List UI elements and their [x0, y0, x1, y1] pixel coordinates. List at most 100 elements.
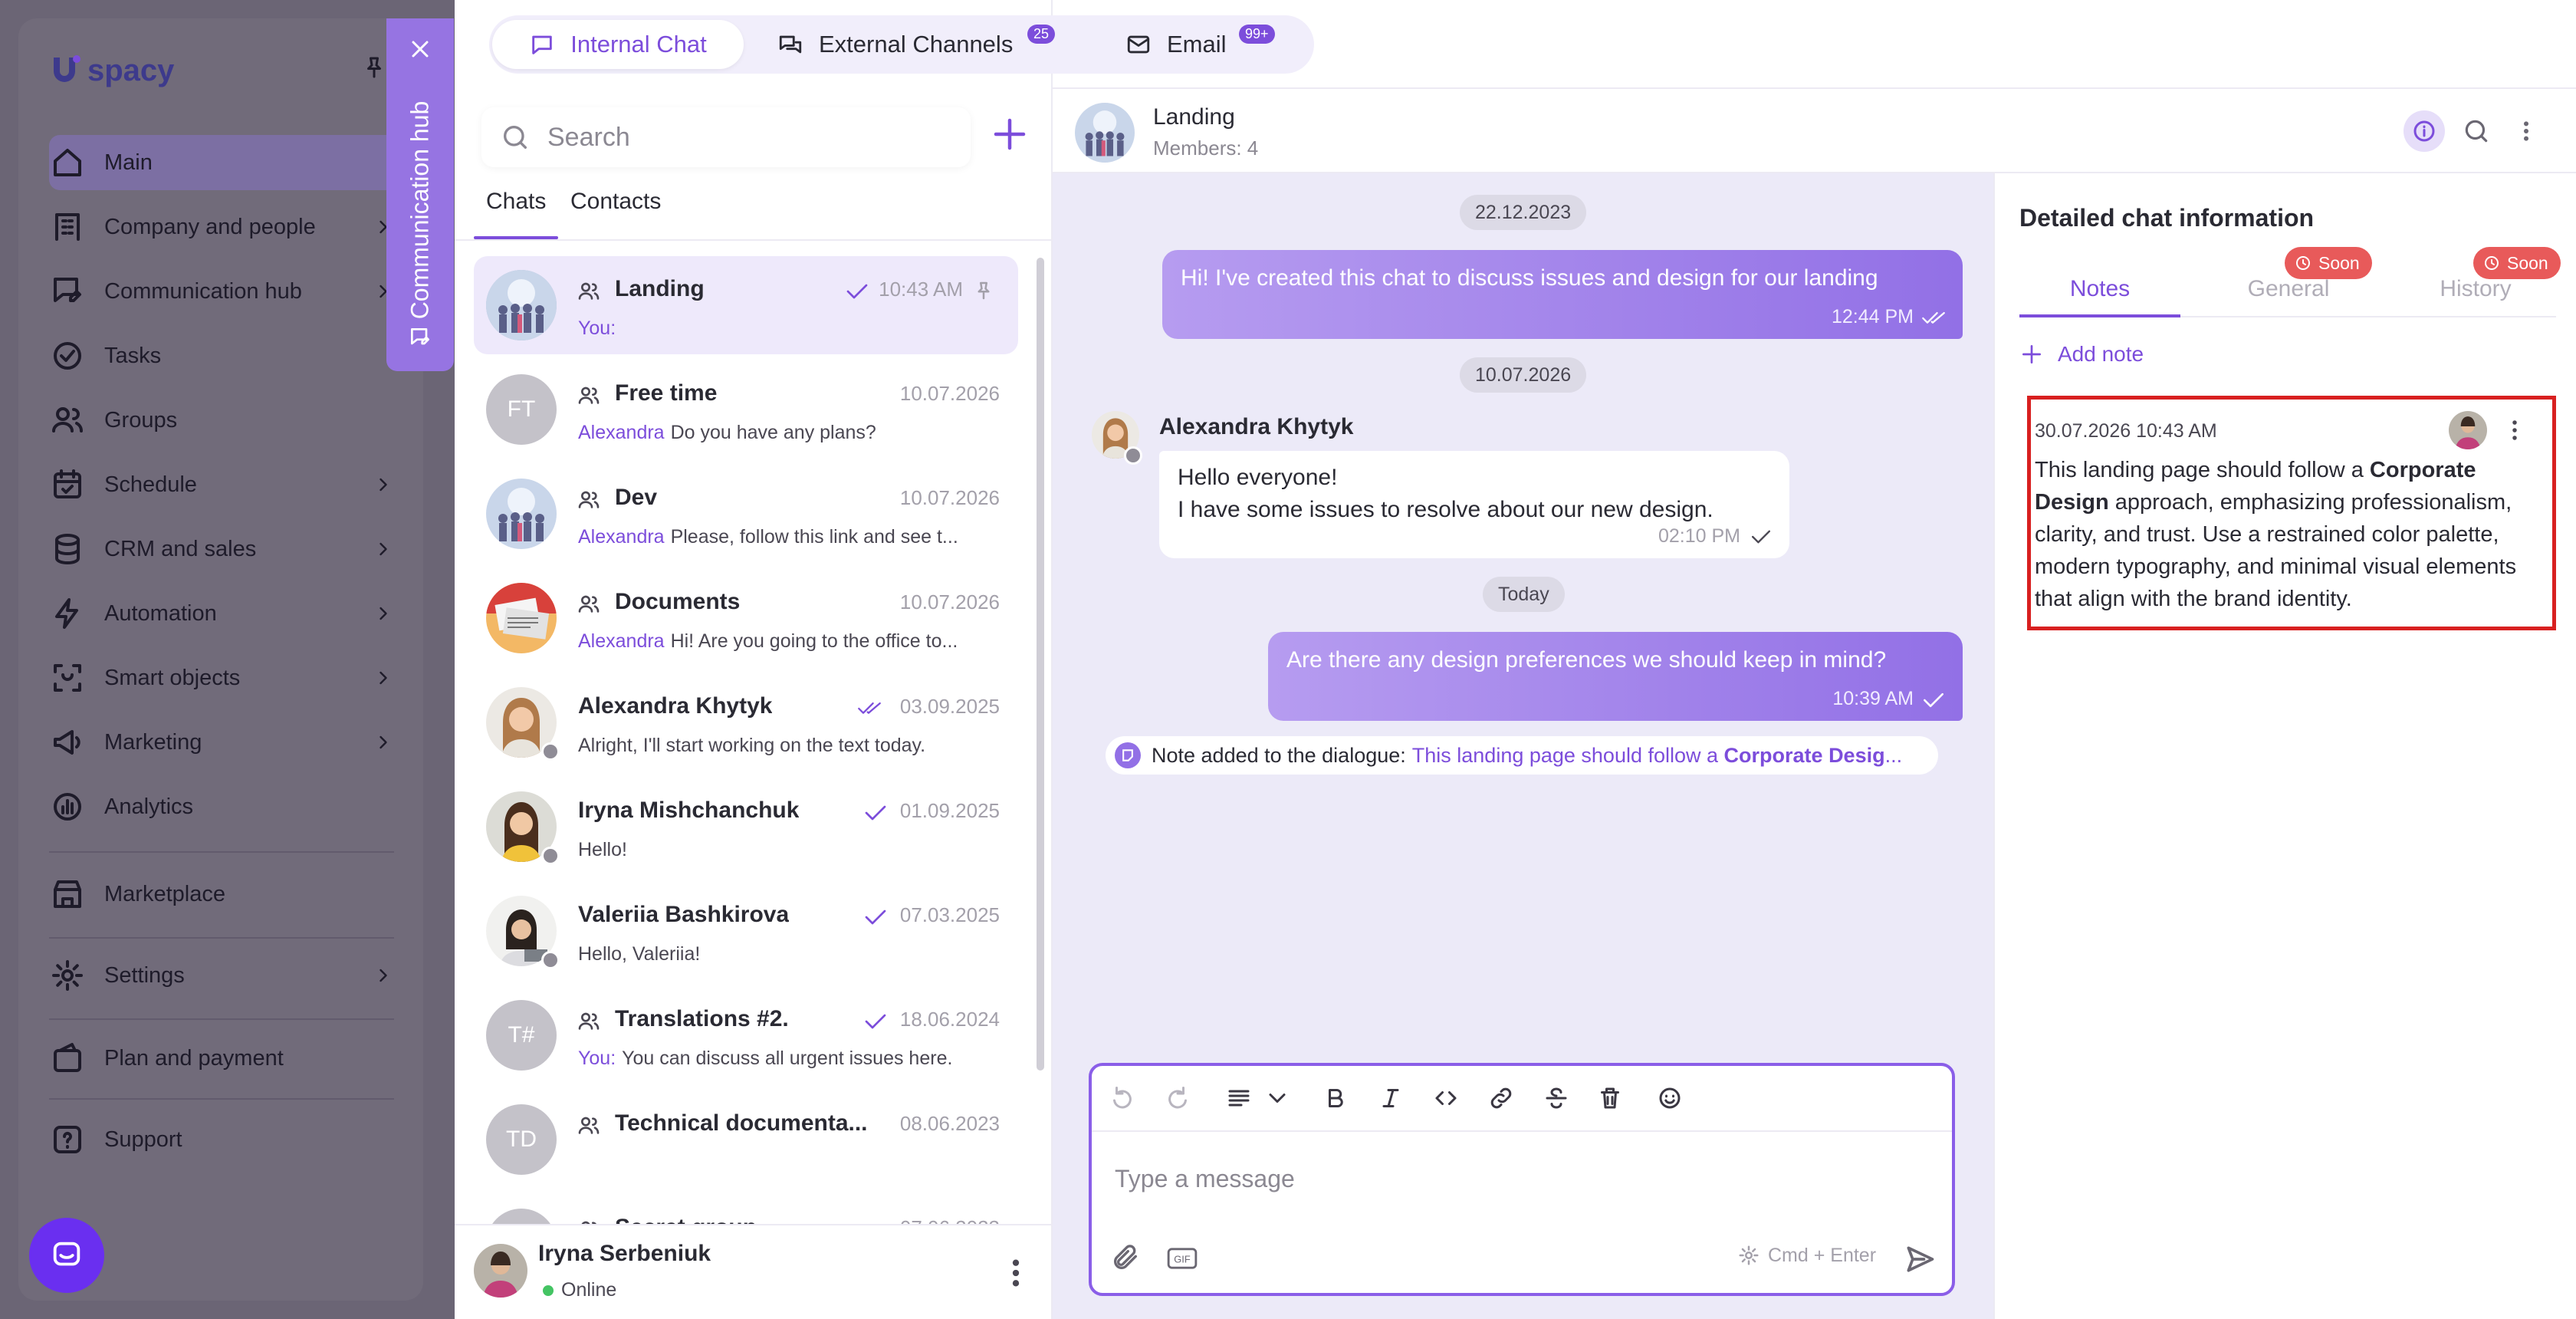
chat-bubble-icon	[532, 35, 552, 54]
app-logo[interactable]: spacy	[49, 49, 174, 92]
sidebar-item-settings[interactable]: Settings	[49, 948, 402, 1003]
sidebar-item-crm[interactable]: CRM and sales	[49, 521, 402, 577]
support-chat-launcher[interactable]	[29, 1218, 104, 1293]
conversation-title[interactable]: Landing	[1153, 104, 1235, 130]
sidebar-item-smart-objects[interactable]: Smart objects	[49, 650, 402, 706]
send-icon[interactable]	[1903, 1242, 1937, 1276]
sidebar-item-analytics[interactable]: Analytics	[49, 779, 402, 834]
sidebar-item-communication-hub[interactable]: Communication hub	[49, 264, 402, 319]
chat-item-technical-documentation[interactable]: TD Technical documenta... 08.06.2023	[474, 1090, 1018, 1189]
chat-item-documents[interactable]: Documents 10.07.2026 Alexandra Hi! Are yo…	[474, 569, 1018, 667]
sidebar-divider	[49, 1098, 394, 1100]
tab-contacts[interactable]: Contacts	[570, 189, 661, 215]
pin-icon[interactable]	[972, 279, 995, 302]
sidebar-item-schedule[interactable]: Schedule	[49, 457, 402, 512]
pin-sidebar-icon[interactable]	[360, 54, 388, 81]
chat-item-dev[interactable]: Dev 10.07.2026 Alexandra Please, follow t…	[474, 465, 1018, 563]
message-outgoing[interactable]: Hi! I've created this chat to discuss is…	[1162, 250, 1963, 339]
emoji-icon[interactable]	[1656, 1084, 1684, 1112]
sidebar-item-company[interactable]: Company and people	[49, 199, 402, 255]
chat-list-scrollbar[interactable]	[1037, 258, 1044, 1071]
gif-icon[interactable]: GIF	[1167, 1247, 1198, 1270]
conversation-avatar[interactable]	[1075, 103, 1135, 163]
tab-internal-chat[interactable]: Internal Chat	[492, 20, 744, 69]
redo-icon[interactable]	[1164, 1084, 1191, 1112]
search-icon	[2465, 120, 2488, 143]
chart-icon	[54, 793, 81, 821]
more-vertical-icon	[2524, 121, 2528, 141]
search-field[interactable]	[481, 107, 971, 167]
bold-icon[interactable]	[1322, 1084, 1349, 1112]
chat-item-alexandra-khytyk[interactable]: Alexandra Khytyk 03.09.2025 Alright, I'l…	[474, 673, 1018, 771]
chevron-down-icon[interactable]	[1263, 1084, 1291, 1112]
current-user-bar	[455, 1224, 1051, 1319]
sidebar-item-label: Groups	[104, 407, 178, 433]
add-note-button[interactable]: Add note	[2019, 342, 2144, 367]
sender-name[interactable]: Alexandra Khytyk	[1159, 414, 1353, 440]
sidebar-item-label: Support	[104, 1127, 182, 1152]
italic-icon[interactable]	[1377, 1084, 1405, 1112]
chat-item-translations[interactable]: T# Translations #2. 18.06.2024 You: You c…	[474, 986, 1018, 1084]
tab-history[interactable]: History	[2395, 276, 2556, 302]
preview-text: You can discuss all urgent issues here.	[622, 1048, 953, 1069]
trash-icon[interactable]	[1596, 1084, 1624, 1112]
more-options-button[interactable]	[2505, 110, 2547, 152]
message-incoming[interactable]: Hello everyone! I have some issues to re…	[1159, 451, 1789, 558]
search-input[interactable]	[546, 121, 948, 153]
info-button[interactable]	[2404, 110, 2445, 152]
sidebar-item-marketplace[interactable]: Marketplace	[49, 867, 402, 922]
add-chat-icon[interactable]	[989, 113, 1030, 155]
chevron-right-icon	[380, 735, 387, 749]
preview-author: Alexandra	[578, 630, 665, 652]
sidebar-item-marketing[interactable]: Marketing	[49, 715, 402, 770]
chat-item-valeriia-bashkirova[interactable]: Valeriia Bashkirova 07.03.2025 Hello, Va…	[474, 882, 1018, 980]
current-user-avatar[interactable]	[474, 1244, 527, 1298]
message-input[interactable]	[1113, 1159, 1926, 1198]
soon-badge: Soon	[2285, 247, 2372, 279]
conversation-members[interactable]: Members: 4	[1153, 137, 1258, 160]
send-shortcut-hint[interactable]: Cmd + Enter	[1737, 1244, 1876, 1267]
double-check-icon	[858, 702, 881, 714]
more-vertical-icon[interactable]	[1004, 1258, 1027, 1288]
more-vertical-icon[interactable]	[2507, 419, 2522, 442]
smart-object-icon	[54, 664, 81, 692]
paperclip-icon[interactable]	[1110, 1242, 1141, 1273]
sidebar-item-automation[interactable]: Automation	[49, 586, 402, 641]
sidebar-divider	[49, 937, 394, 939]
double-check-icon	[1922, 311, 1945, 324]
strikethrough-icon[interactable]	[1543, 1084, 1570, 1112]
group-icon	[578, 1117, 600, 1134]
link-icon[interactable]	[1487, 1084, 1515, 1112]
tab-notes[interactable]: Notes	[2019, 276, 2180, 302]
sidebar-item-tasks[interactable]: Tasks	[49, 328, 402, 383]
avatar: FT	[486, 374, 557, 445]
chat-time: 10.07.2026	[899, 382, 1000, 405]
sidebar-item-main[interactable]: Main	[49, 135, 402, 190]
plus-icon	[2022, 345, 2041, 363]
tab-external-channels[interactable]: External Channels	[777, 20, 1013, 69]
message-outgoing[interactable]: Are there any design preferences we shou…	[1268, 632, 1963, 721]
logo-mark-icon	[54, 55, 80, 82]
tab-chats[interactable]: Chats	[486, 189, 546, 215]
tab-general[interactable]: General	[2208, 276, 2369, 302]
chat-time: 08.06.2023	[899, 1112, 1000, 1135]
search-chat-button[interactable]	[2456, 110, 2497, 152]
sidebar-divider	[49, 1018, 394, 1020]
chat-item-iryna-mishchanchuk[interactable]: Iryna Mishchanchuk 01.09.2025 Hello!	[474, 778, 1018, 876]
code-icon[interactable]	[1432, 1084, 1460, 1112]
sidebar-item-plan-payment[interactable]: Plan and payment	[49, 1031, 402, 1086]
note-added-event[interactable]: Note added to the dialogue: This landing…	[1106, 736, 1938, 775]
chat-item-landing[interactable]: Landing 10:43 AM You:	[474, 256, 1018, 354]
undo-icon[interactable]	[1109, 1084, 1136, 1112]
logo-text: spacy	[87, 53, 175, 87]
chat-item-free-time[interactable]: FT Free time 10.07.2026 Alexandra Do you …	[474, 360, 1018, 459]
align-icon[interactable]	[1225, 1084, 1253, 1112]
tab-email[interactable]: Email	[1125, 20, 1227, 69]
note-author-avatar[interactable]	[2449, 411, 2487, 449]
sidebar-item-support[interactable]: Support	[49, 1112, 402, 1167]
preview-text: Hi! Are you going to the office to...	[670, 630, 958, 652]
note-event-link[interactable]: This landing page should follow a Corpor…	[1412, 744, 1902, 768]
communication-hub-tab[interactable]: Communication hub	[386, 18, 454, 371]
note-date: 30.07.2026 10:43 AM	[2035, 420, 2217, 442]
sidebar-item-groups[interactable]: Groups	[49, 393, 402, 448]
